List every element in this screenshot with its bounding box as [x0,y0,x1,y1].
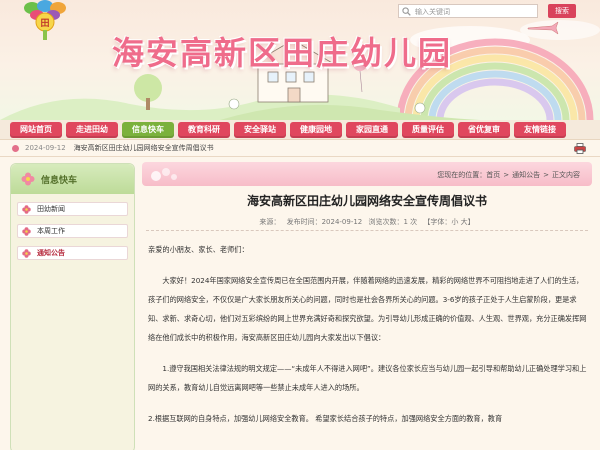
search-placeholder: 输入关键词 [415,8,450,16]
news-ticker: 2024-09-12 海安高新区田庄幼儿园网络安全宣传周倡议书 [0,140,600,157]
search-button[interactable]: 搜索 [548,4,576,18]
flower-icon [21,172,35,186]
article-paragraph: 2.根据互联网的自身特点，加强幼儿网络安全教育。 希望家长结合孩子的特点，加强网… [148,414,503,423]
breadcrumb-current: 正文内容 [552,171,580,179]
breadcrumb-separator: > [503,171,510,179]
sidebar-item-label: 本周工作 [37,227,65,235]
site-title: 海安高新区田庄幼儿园 [112,34,453,72]
ticker-date: 2024-09-12 [25,144,66,152]
meta-source: 来源： [259,218,281,226]
kindergarten-logo: 田 [24,0,66,40]
sidebar-item-label: 田幼新闻 [37,205,65,213]
article-paragraph: 1.遵守我国相关法律法规的明文规定——“未成年人不得进入网吧”。建议各位家长应当… [148,364,587,392]
nav-item[interactable]: 网站首页 [10,121,62,138]
article-greeting: 亲爱的小朋友、家长、老师们： [148,245,249,254]
nav-item[interactable]: 教育科研 [178,121,230,138]
sidebar-item[interactable]: 通知公告 [17,246,128,260]
nav-item[interactable]: 省优复审 [458,121,510,138]
breadcrumb-section[interactable]: 通知公告 [512,171,540,179]
nav-item[interactable]: 信息快车 [122,121,174,138]
main-content: 您现在的位置：首页 > 通知公告 > 正文内容 海安高新区田庄幼儿园网络安全宣传周倡议书… [142,158,592,450]
flower-icon [22,204,31,214]
nav-item[interactable]: 家园直通 [346,121,398,138]
nav-item[interactable]: 健康园地 [290,121,342,138]
ticker-link[interactable]: 海安高新区田庄幼儿园网络安全宣传周倡议书 [74,143,214,153]
sidebar-title: 信息快车 [41,175,78,186]
search-icon [402,7,411,16]
sidebar-item[interactable]: 本周工作 [17,224,128,238]
nav-item[interactable]: 质量评估 [402,121,454,138]
breadcrumb-bar: 您现在的位置：首页 > 通知公告 > 正文内容 [142,162,592,186]
divider [146,230,588,231]
sidebar-list: 田幼新闻本周工作通知公告 [11,202,134,260]
header-banner: 田 海安高新区田庄幼儿园 输入关键词 搜索 [0,0,600,120]
article-body: 亲爱的小朋友、家长、老师们： 大家好！2024年国家网络安全宣传周已在全国范围内… [148,240,588,428]
breadcrumb-home[interactable]: 首页 [486,171,500,179]
nav-item[interactable]: 走进田幼 [66,121,118,138]
svg-text:田: 田 [40,18,49,29]
meta-views: 浏览次数：1 次 [368,218,418,226]
sidebar: 信息快车 田幼新闻本周工作通知公告 [10,163,135,450]
decoration-icon [151,168,177,181]
breadcrumb-prefix: 您现在的位置： [437,171,487,179]
font-size-toggle[interactable]: 【字体：小 大】 [423,218,474,226]
breadcrumb-separator: > [543,171,549,179]
article-paragraph: 大家好！2024年国家网络安全宣传周已在全国范围内开展，伴随着网络的迅速发展，精… [148,276,587,342]
flower-icon [22,226,31,236]
sidebar-item-label: 通知公告 [37,249,65,257]
flower-icon [22,248,31,258]
meta-date: 发布时间：2024-09-12 [286,218,363,226]
printer-icon[interactable] [574,143,586,154]
article-title: 海安高新区田庄幼儿园网络安全宣传周倡议书 [246,194,487,208]
ticker-bullet-icon [12,144,19,152]
sidebar-header: 信息快车 [11,164,134,194]
search-input[interactable]: 输入关键词 [398,4,538,18]
sidebar-item[interactable]: 田幼新闻 [17,202,128,216]
breadcrumb: 您现在的位置：首页 > 通知公告 > 正文内容 [437,170,580,180]
nav-item[interactable]: 友情链接 [514,121,566,138]
article-meta: 来源： 发布时间：2024-09-12 浏览次数：1 次 【字体：小 大】 [142,217,592,227]
main-navigation: 网站首页 走进田幼 信息快车 教育科研 安全驿站 健康园地 家园直通 质量评估 省优复审 友情链接 [0,120,600,140]
nav-item[interactable]: 安全驿站 [234,121,286,138]
